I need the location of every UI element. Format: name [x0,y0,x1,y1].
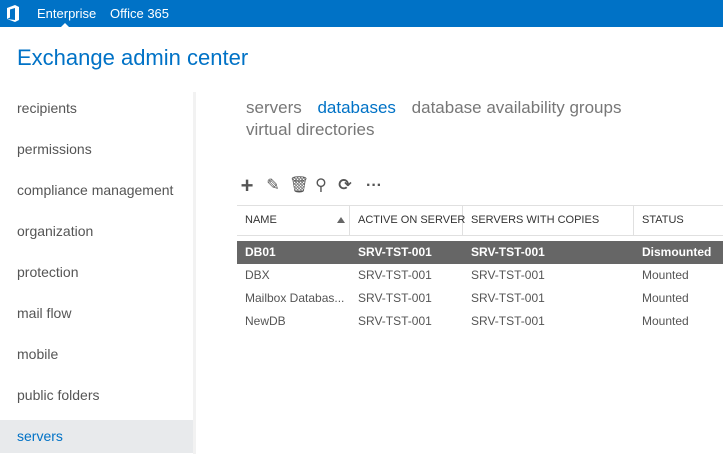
column-name[interactable]: NAME [237,206,350,235]
cell-servers-copies: SRV-TST-001 [471,314,545,328]
more-icon[interactable]: ··· [365,176,383,196]
table-row[interactable]: Mailbox Databas... SRV-TST-001 SRV-TST-0… [237,287,723,310]
tab-servers[interactable]: servers [246,98,302,117]
tab-virtual-directories[interactable]: virtual directories [246,120,375,139]
sidebar-item-protection[interactable]: protection [0,256,193,289]
cell-active-server: SRV-TST-001 [358,291,432,305]
cell-servers-copies: SRV-TST-001 [471,268,545,282]
cell-name: DB01 [245,245,276,259]
sidebar-item-mobile[interactable]: mobile [0,338,193,371]
column-active-on-server[interactable]: ACTIVE ON SERVER [350,206,465,235]
sidebar-item-servers[interactable]: servers [0,420,193,453]
refresh-icon[interactable]: ⟳ [336,176,354,196]
cell-name: Mailbox Databas... [245,291,345,305]
sidebar-item-organization[interactable]: organization [0,215,193,248]
table-row[interactable]: DBX SRV-TST-001 SRV-TST-001 Mounted [237,264,723,287]
cell-servers-copies: SRV-TST-001 [471,291,545,305]
column-status[interactable]: STATUS [634,206,723,235]
cell-active-server: SRV-TST-001 [358,268,432,282]
tab-databases[interactable]: databases [317,98,395,117]
cell-status: Mounted [642,268,689,282]
main-tabs: servers databases database availability … [246,97,723,141]
cell-status: Dismounted [642,245,712,259]
cell-name: NewDB [245,314,286,328]
edit-icon[interactable]: ✎ [264,176,282,196]
cell-status: Mounted [642,291,689,305]
table-row[interactable]: NewDB SRV-TST-001 SRV-TST-001 Mounted [237,310,723,333]
sidebar-item-public-folders[interactable]: public folders [0,379,193,412]
sidebar-item-permissions[interactable]: permissions [0,133,193,166]
selected-caret [61,23,69,27]
cell-active-server: SRV-TST-001 [358,245,432,259]
databases-table: NAME ACTIVE ON SERVER SERVERS WITH COPIE… [237,205,723,333]
sort-ascending-icon [337,217,345,223]
tab-enterprise[interactable]: Enterprise [37,6,96,21]
cell-servers-copies: SRV-TST-001 [471,245,545,259]
add-icon[interactable]: + [238,175,256,197]
tab-office-365[interactable]: Office 365 [110,6,169,21]
delete-icon[interactable]: 🗑 [289,176,309,196]
office-logo-icon[interactable] [6,5,20,22]
search-icon[interactable]: ⚲ [312,176,330,196]
page-title: Exchange admin center [17,45,249,70]
cell-status: Mounted [642,314,689,328]
sidebar-item-compliance-management[interactable]: compliance management [0,174,193,207]
sidebar-item-mail-flow[interactable]: mail flow [0,297,193,330]
cell-active-server: SRV-TST-001 [358,314,432,328]
top-bar: Enterprise Office 365 [0,0,723,27]
tab-database-availability-groups[interactable]: database availability groups [412,98,622,117]
sidebar: recipients permissions compliance manage… [0,92,196,454]
table-header: NAME ACTIVE ON SERVER SERVERS WITH COPIE… [237,205,723,236]
cell-name: DBX [245,268,270,282]
table-row[interactable]: DB01 SRV-TST-001 SRV-TST-001 Dismounted [237,241,723,264]
sidebar-item-recipients[interactable]: recipients [0,92,193,125]
column-servers-with-copies[interactable]: SERVERS WITH COPIES [463,206,634,235]
